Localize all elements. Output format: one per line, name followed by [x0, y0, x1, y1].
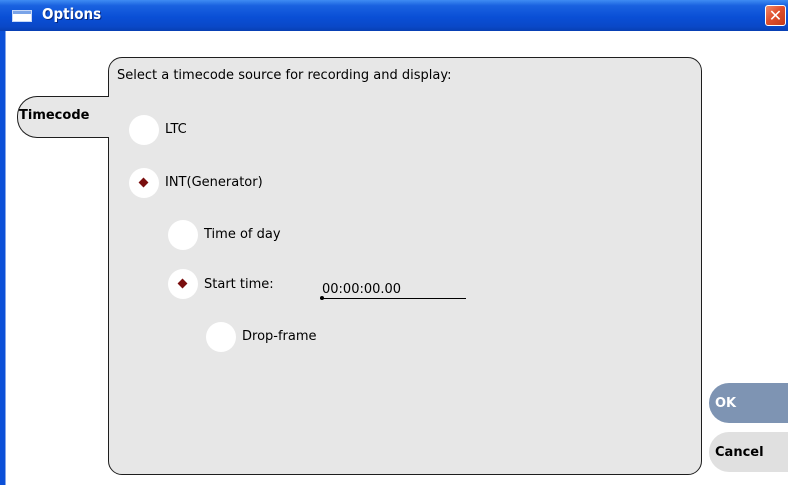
tab-joint: [107, 98, 111, 136]
radio-ltc-label[interactable]: LTC: [165, 122, 187, 137]
start-time-input[interactable]: [320, 281, 466, 299]
close-button[interactable]: ✕: [765, 5, 786, 26]
timecode-prompt: Select a timecode source for recording a…: [117, 68, 452, 83]
drop-frame-checkbox[interactable]: [206, 322, 236, 352]
input-cursor-dot: [320, 296, 324, 300]
window-title: Options: [42, 5, 102, 23]
radio-int-generator[interactable]: [129, 168, 159, 198]
close-icon: ✕: [768, 6, 783, 25]
drop-frame-label[interactable]: Drop-frame: [242, 329, 317, 344]
radio-time-of-day[interactable]: [168, 220, 198, 250]
tab-timecode-label[interactable]: Timecode: [19, 108, 89, 123]
radio-start-time[interactable]: [168, 269, 198, 299]
window-icon: [12, 10, 32, 22]
cancel-button[interactable]: Cancel: [709, 432, 788, 472]
radio-ltc[interactable]: [129, 115, 159, 145]
window-left-border-line: [0, 31, 5, 485]
timecode-panel: [108, 57, 702, 475]
title-bar[interactable]: Options ✕: [0, 0, 788, 31]
radio-int-generator-label[interactable]: INT(Generator): [165, 175, 263, 190]
radio-time-of-day-label[interactable]: Time of day: [204, 227, 281, 242]
radio-start-time-label[interactable]: Start time:: [204, 277, 274, 292]
ok-button[interactable]: OK: [709, 383, 788, 423]
